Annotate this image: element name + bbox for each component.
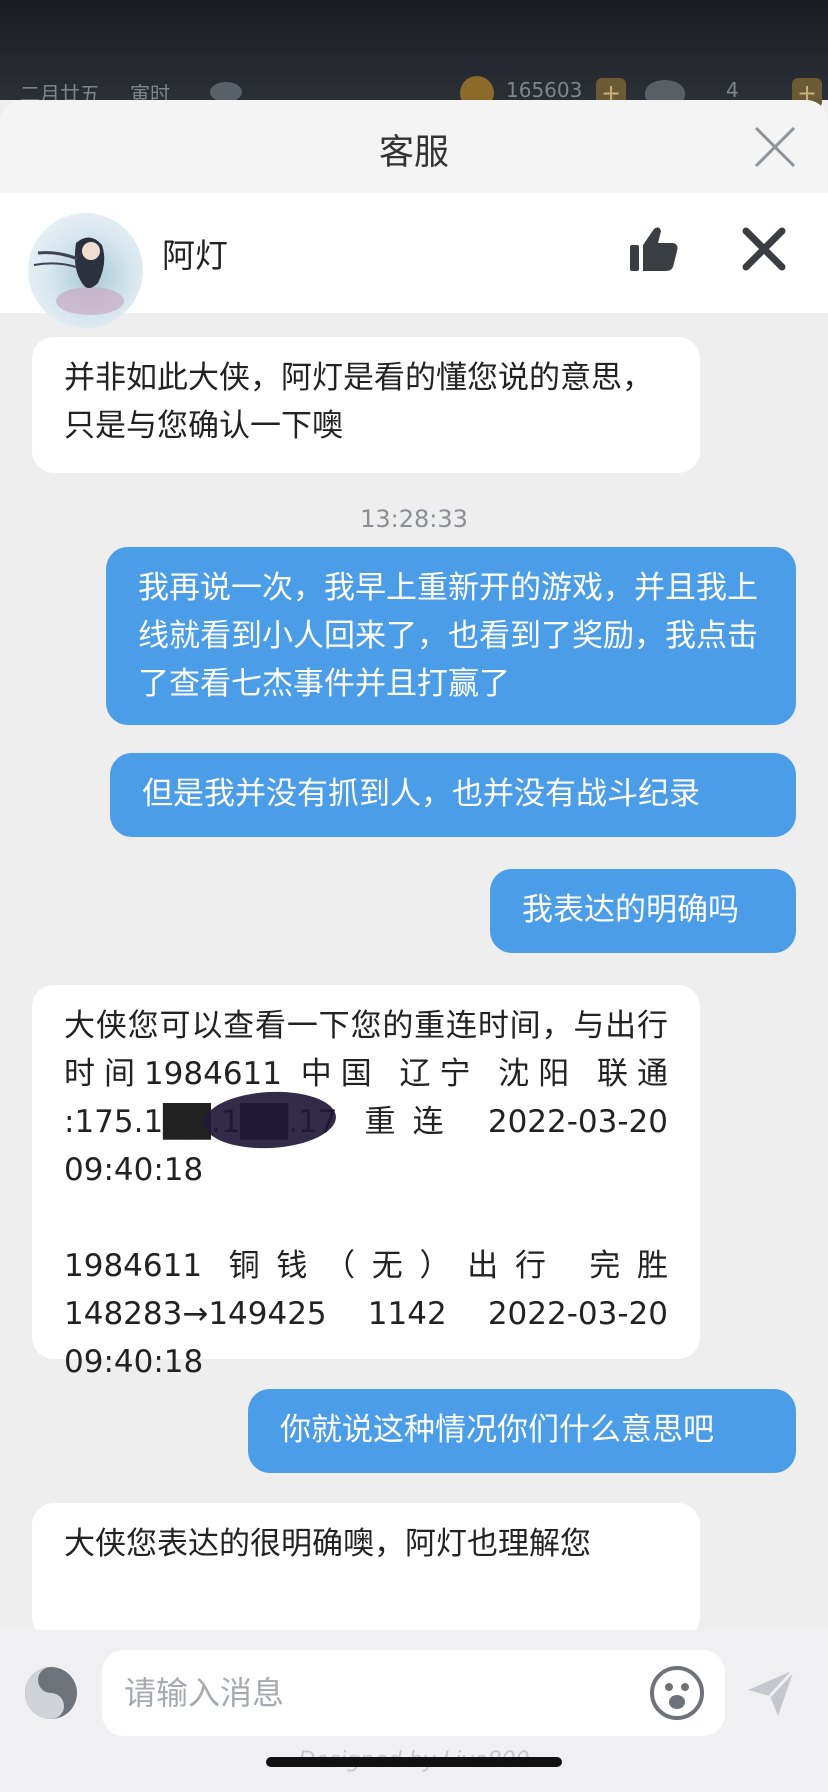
customer-service-sheet: 客服 阿灯 并非如此大侠，阿灯是看的懂您说的意思，只是与您确认一下噢 13:28…	[0, 100, 828, 1792]
message-input[interactable]	[102, 1650, 725, 1736]
page-title: 客服	[378, 133, 449, 173]
user-message: 你就说这种情况你们什么意思吧	[248, 1389, 796, 1473]
agent-message-text: 大侠您可以查看一下您的重连时间，与出行时间1984611 中国 辽宁 沈阳 联通…	[64, 1008, 668, 1380]
close-agent-icon[interactable]	[740, 225, 788, 273]
agent-avatar	[28, 213, 143, 328]
voice-icon[interactable]	[22, 1664, 80, 1722]
agent-message: 并非如此大侠，阿灯是看的懂您说的意思，只是与您确认一下噢	[32, 337, 700, 473]
chat-area[interactable]: 并非如此大侠，阿灯是看的懂您说的意思，只是与您确认一下噢 13:28:33 我再…	[0, 313, 828, 1733]
user-message: 我表达的明确吗	[490, 869, 796, 953]
agent-bar: 阿灯	[0, 193, 828, 328]
send-icon[interactable]	[744, 1666, 798, 1720]
thumbs-up-icon[interactable]	[628, 223, 680, 275]
home-indicator[interactable]	[266, 1757, 562, 1767]
ingot-count: 4	[726, 78, 739, 102]
user-message: 我再说一次，我早上重新开的游戏，并且我上线就看到小人回来了，也看到了奖励，我点击…	[106, 547, 796, 725]
input-bar: Designed by Live800	[0, 1630, 828, 1792]
game-background: 二月廿五 寅时 165603 + 4 +	[0, 0, 828, 110]
agent-name: 阿灯	[162, 236, 228, 275]
user-message: 但是我并没有抓到人，也并没有战斗纪录	[110, 753, 796, 837]
agent-message: 大侠您可以查看一下您的重连时间，与出行时间1984611 中国 辽宁 沈阳 联通…	[32, 985, 700, 1380]
emoji-icon[interactable]	[648, 1664, 706, 1722]
coin-count: 165603	[506, 78, 583, 102]
title-bar: 客服	[0, 100, 828, 193]
close-icon[interactable]	[750, 122, 800, 172]
agent-message: 大侠您表达的很明确噢，阿灯也理解您	[32, 1503, 700, 1639]
message-timestamp: 13:28:33	[360, 505, 468, 533]
